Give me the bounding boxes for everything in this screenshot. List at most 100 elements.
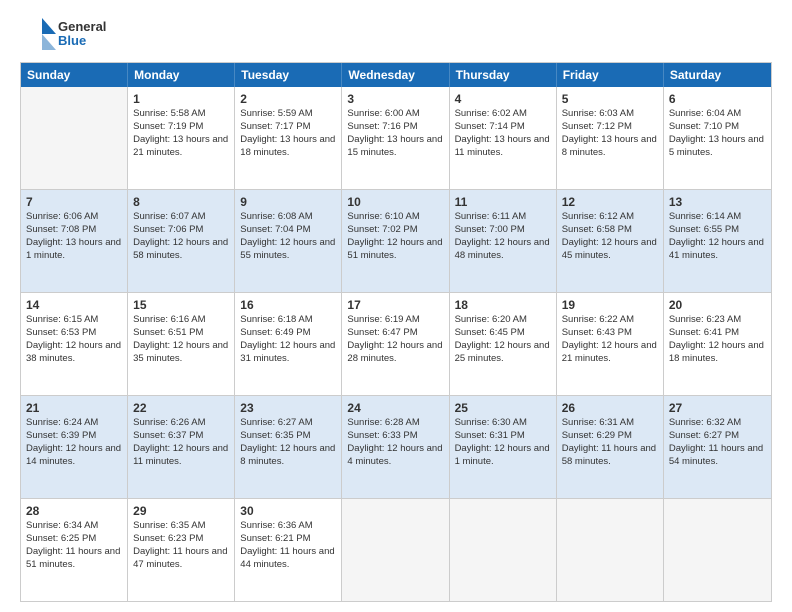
day-cell-15: 15Sunrise: 6:16 AMSunset: 6:51 PMDayligh…: [128, 293, 235, 395]
daylight-text: Daylight: 12 hours and 8 minutes.: [240, 443, 335, 467]
daylight-text: Daylight: 12 hours and 11 minutes.: [133, 443, 228, 467]
sunset-text: Sunset: 7:17 PM: [240, 121, 310, 132]
sunset-text: Sunset: 6:49 PM: [240, 327, 310, 338]
sunrise-text: Sunrise: 6:22 AM: [562, 314, 634, 325]
sunrise-text: Sunrise: 6:16 AM: [133, 314, 205, 325]
daylight-text: Daylight: 12 hours and 41 minutes.: [669, 237, 764, 261]
day-number: 1: [133, 91, 229, 107]
sunrise-text: Sunrise: 6:28 AM: [347, 417, 419, 428]
header: General Blue: [20, 16, 772, 52]
sunset-text: Sunset: 6:31 PM: [455, 430, 525, 441]
sunset-text: Sunset: 7:16 PM: [347, 121, 417, 132]
daylight-text: Daylight: 12 hours and 14 minutes.: [26, 443, 121, 467]
sunrise-text: Sunrise: 6:32 AM: [669, 417, 741, 428]
daylight-text: Daylight: 11 hours and 58 minutes.: [562, 443, 656, 467]
day-number: 19: [562, 297, 658, 313]
sunrise-text: Sunrise: 6:08 AM: [240, 211, 312, 222]
day-cell-16: 16Sunrise: 6:18 AMSunset: 6:49 PMDayligh…: [235, 293, 342, 395]
sunset-text: Sunset: 6:55 PM: [669, 224, 739, 235]
sunrise-text: Sunrise: 6:15 AM: [26, 314, 98, 325]
day-cell-10: 10Sunrise: 6:10 AMSunset: 7:02 PMDayligh…: [342, 190, 449, 292]
calendar-row-1: 7Sunrise: 6:06 AMSunset: 7:08 PMDaylight…: [21, 189, 771, 292]
day-cell-18: 18Sunrise: 6:20 AMSunset: 6:45 PMDayligh…: [450, 293, 557, 395]
calendar-row-4: 28Sunrise: 6:34 AMSunset: 6:25 PMDayligh…: [21, 498, 771, 601]
day-cell-7: 7Sunrise: 6:06 AMSunset: 7:08 PMDaylight…: [21, 190, 128, 292]
day-header-sunday: Sunday: [21, 63, 128, 87]
sunrise-text: Sunrise: 6:03 AM: [562, 108, 634, 119]
sunrise-text: Sunrise: 6:27 AM: [240, 417, 312, 428]
sunset-text: Sunset: 6:58 PM: [562, 224, 632, 235]
daylight-text: Daylight: 13 hours and 1 minute.: [26, 237, 121, 261]
day-number: 18: [455, 297, 551, 313]
day-cell-24: 24Sunrise: 6:28 AMSunset: 6:33 PMDayligh…: [342, 396, 449, 498]
daylight-text: Daylight: 13 hours and 21 minutes.: [133, 134, 228, 158]
sunrise-text: Sunrise: 6:18 AM: [240, 314, 312, 325]
sunset-text: Sunset: 7:14 PM: [455, 121, 525, 132]
day-number: 23: [240, 400, 336, 416]
sunset-text: Sunset: 6:51 PM: [133, 327, 203, 338]
daylight-text: Daylight: 12 hours and 4 minutes.: [347, 443, 442, 467]
sunrise-text: Sunrise: 6:35 AM: [133, 520, 205, 531]
daylight-text: Daylight: 13 hours and 18 minutes.: [240, 134, 335, 158]
day-number: 9: [240, 194, 336, 210]
day-header-friday: Friday: [557, 63, 664, 87]
day-header-monday: Monday: [128, 63, 235, 87]
sunrise-text: Sunrise: 6:19 AM: [347, 314, 419, 325]
day-cell-8: 8Sunrise: 6:07 AMSunset: 7:06 PMDaylight…: [128, 190, 235, 292]
daylight-text: Daylight: 12 hours and 51 minutes.: [347, 237, 442, 261]
day-number: 16: [240, 297, 336, 313]
sunrise-text: Sunrise: 6:20 AM: [455, 314, 527, 325]
sunset-text: Sunset: 7:10 PM: [669, 121, 739, 132]
logo-line2: Blue: [58, 34, 106, 48]
sunset-text: Sunset: 6:47 PM: [347, 327, 417, 338]
empty-cell: [557, 499, 664, 601]
sunrise-text: Sunrise: 6:14 AM: [669, 211, 741, 222]
day-number: 28: [26, 503, 122, 519]
daylight-text: Daylight: 13 hours and 11 minutes.: [455, 134, 550, 158]
sunrise-text: Sunrise: 6:07 AM: [133, 211, 205, 222]
day-number: 3: [347, 91, 443, 107]
logo-line1: General: [58, 20, 106, 34]
calendar-row-3: 21Sunrise: 6:24 AMSunset: 6:39 PMDayligh…: [21, 395, 771, 498]
empty-cell: [342, 499, 449, 601]
sunrise-text: Sunrise: 6:30 AM: [455, 417, 527, 428]
day-cell-25: 25Sunrise: 6:30 AMSunset: 6:31 PMDayligh…: [450, 396, 557, 498]
sunset-text: Sunset: 6:23 PM: [133, 533, 203, 544]
sunrise-text: Sunrise: 6:24 AM: [26, 417, 98, 428]
sunrise-text: Sunrise: 6:26 AM: [133, 417, 205, 428]
day-number: 8: [133, 194, 229, 210]
day-number: 20: [669, 297, 766, 313]
day-header-wednesday: Wednesday: [342, 63, 449, 87]
sunrise-text: Sunrise: 6:11 AM: [455, 211, 527, 222]
day-number: 2: [240, 91, 336, 107]
daylight-text: Daylight: 12 hours and 48 minutes.: [455, 237, 550, 261]
day-cell-17: 17Sunrise: 6:19 AMSunset: 6:47 PMDayligh…: [342, 293, 449, 395]
day-cell-12: 12Sunrise: 6:12 AMSunset: 6:58 PMDayligh…: [557, 190, 664, 292]
day-number: 29: [133, 503, 229, 519]
sunset-text: Sunset: 6:29 PM: [562, 430, 632, 441]
daylight-text: Daylight: 12 hours and 28 minutes.: [347, 340, 442, 364]
day-cell-27: 27Sunrise: 6:32 AMSunset: 6:27 PMDayligh…: [664, 396, 771, 498]
daylight-text: Daylight: 13 hours and 8 minutes.: [562, 134, 657, 158]
day-number: 30: [240, 503, 336, 519]
sunset-text: Sunset: 7:08 PM: [26, 224, 96, 235]
day-cell-28: 28Sunrise: 6:34 AMSunset: 6:25 PMDayligh…: [21, 499, 128, 601]
sunset-text: Sunset: 6:21 PM: [240, 533, 310, 544]
day-cell-2: 2Sunrise: 5:59 AM Sunset: 7:17 PM Daylight…: [235, 87, 342, 189]
day-cell-4: 4Sunrise: 6:02 AMSunset: 7:14 PMDaylight…: [450, 87, 557, 189]
sunset-text: Sunset: 6:35 PM: [240, 430, 310, 441]
day-cell-22: 22Sunrise: 6:26 AMSunset: 6:37 PMDayligh…: [128, 396, 235, 498]
sunset-text: Sunset: 6:53 PM: [26, 327, 96, 338]
day-number: 21: [26, 400, 122, 416]
day-number: 22: [133, 400, 229, 416]
daylight-text: Daylight: 12 hours and 58 minutes.: [133, 237, 228, 261]
sunset-text: Sunset: 7:02 PM: [347, 224, 417, 235]
sunset-text: Sunset: 6:43 PM: [562, 327, 632, 338]
day-header-tuesday: Tuesday: [235, 63, 342, 87]
day-number: 24: [347, 400, 443, 416]
day-cell-1: 1Sunrise: 5:58 AMSunset: 7:19 PMDaylight…: [128, 87, 235, 189]
daylight-text: Daylight: 13 hours and 5 minutes.: [669, 134, 764, 158]
sunrise-text: Sunrise: 5:59 AM: [240, 108, 312, 119]
day-number: 5: [562, 91, 658, 107]
calendar-header: SundayMondayTuesdayWednesdayThursdayFrid…: [21, 63, 771, 87]
